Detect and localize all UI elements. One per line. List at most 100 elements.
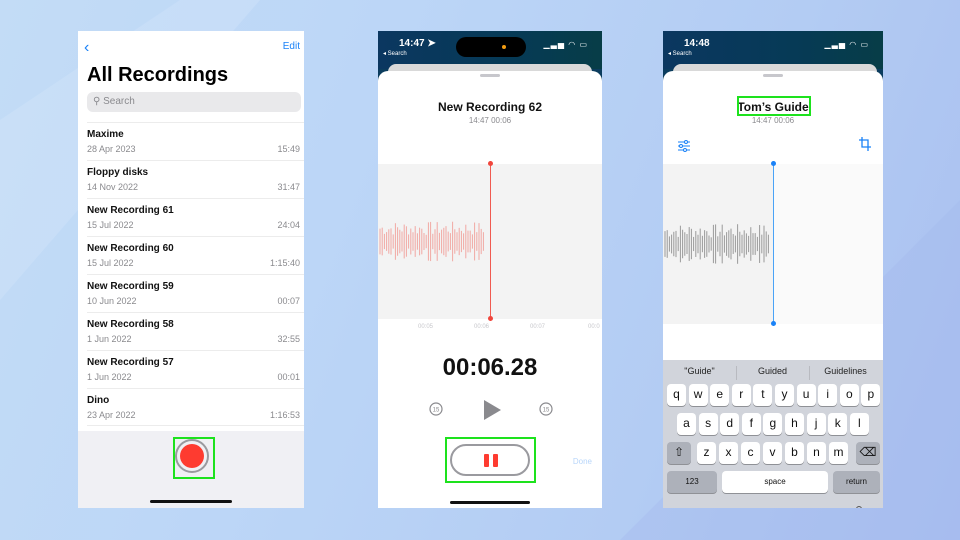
key-s[interactable]: s: [698, 413, 718, 435]
recording-duration: 31:47: [277, 182, 300, 192]
battery-icon: ▭: [579, 40, 588, 49]
key-w[interactable]: w: [688, 384, 708, 406]
key-j[interactable]: j: [806, 413, 826, 435]
list-item[interactable]: Maxime 28 Apr 2023 15:49: [87, 122, 304, 160]
recording-date: 23 Apr 2022: [87, 410, 136, 420]
list-item[interactable]: Dino 23 Apr 2022 1:16:53: [87, 388, 304, 426]
key-b[interactable]: b: [785, 442, 804, 464]
home-indicator: [450, 501, 530, 504]
numbers-key[interactable]: 123: [667, 471, 717, 493]
recording-screen: 14:47 ➤ ◂ Search ▁▃▅ ◠ ▭ New Recording 6…: [378, 31, 602, 508]
suggestion-item[interactable]: Guided: [736, 366, 809, 376]
key-t[interactable]: t: [753, 384, 773, 406]
search-placeholder: Search: [103, 96, 135, 107]
list-item[interactable]: New Recording 59 10 Jun 2022 00:07: [87, 274, 304, 312]
back-to-search-link[interactable]: ◂ Search: [668, 50, 692, 57]
recording-duration: 1:16:53: [269, 410, 300, 420]
recording-name: New Recording 57: [87, 357, 174, 368]
recording-duration: 15:49: [277, 144, 300, 154]
tick-label: 00:07: [530, 324, 546, 330]
recording-meta: 14:47 00:06: [751, 116, 795, 125]
tick-label: 00:0: [588, 324, 600, 330]
list-item[interactable]: New Recording 58 1 Jun 2022 32:55: [87, 312, 304, 350]
recording-name: New Recording 60: [87, 243, 174, 254]
search-input[interactable]: ⚲ Search: [87, 92, 301, 112]
back-to-search-link[interactable]: ◂ Search: [383, 50, 407, 57]
playhead[interactable]: [771, 161, 776, 326]
key-x[interactable]: x: [719, 442, 738, 464]
recording-date: 15 Jul 2022: [87, 258, 134, 268]
recordings-list: Maxime 28 Apr 2023 15:49 Floppy disks 14 No…: [78, 122, 304, 426]
key-u[interactable]: u: [796, 384, 816, 406]
key-l[interactable]: l: [849, 413, 869, 435]
list-item[interactable]: New Recording 60 15 Jul 2022 1:15:40: [87, 236, 304, 274]
sheet-grabber[interactable]: [480, 74, 500, 77]
recording-sheet: New Recording 62 14:47 00:06 00:05 00:06…: [378, 71, 602, 508]
playhead[interactable]: [488, 161, 493, 321]
key-k[interactable]: k: [828, 413, 848, 435]
location-arrow-icon: ➤: [427, 38, 436, 49]
recording-date: 1 Jun 2022: [87, 334, 132, 344]
play-icon: [484, 400, 501, 420]
recording-name: Maxime: [87, 129, 124, 140]
status-icons: ▁▃▅ ◠ ▭: [825, 40, 869, 49]
suggestion-item[interactable]: "Guide": [663, 366, 736, 376]
skip-back-15-button[interactable]: 15: [428, 401, 444, 422]
microphone-icon[interactable]: [853, 506, 865, 508]
play-button[interactable]: [482, 399, 502, 426]
key-h[interactable]: h: [785, 413, 804, 435]
recording-title[interactable]: New Recording 62: [378, 100, 602, 114]
record-toolbar: [78, 431, 304, 508]
key-e[interactable]: e: [710, 384, 730, 406]
recording-meta: 14:47 00:06: [468, 116, 512, 125]
list-item[interactable]: New Recording 57 1 Jun 2022 00:01: [87, 350, 304, 388]
key-g[interactable]: g: [763, 413, 783, 435]
options-sliders-icon[interactable]: [677, 140, 691, 152]
sheet-grabber[interactable]: [763, 74, 783, 77]
mic-indicator-icon: [502, 45, 506, 49]
key-c[interactable]: c: [741, 442, 760, 464]
shift-key[interactable]: ⇧: [667, 442, 691, 464]
done-button[interactable]: Done: [573, 457, 592, 466]
recording-name: New Recording 59: [87, 281, 174, 292]
key-a[interactable]: a: [677, 413, 696, 435]
key-r[interactable]: r: [731, 384, 751, 406]
key-v[interactable]: v: [763, 442, 782, 464]
recording-name: New Recording 61: [87, 205, 174, 216]
back-chevron-icon[interactable]: ‹: [84, 39, 89, 57]
emoji-icon[interactable]: ☺: [680, 506, 694, 508]
space-key[interactable]: space: [722, 471, 828, 493]
key-q[interactable]: q: [667, 384, 686, 406]
svg-text:15: 15: [433, 408, 440, 414]
dynamic-island: [456, 37, 526, 57]
list-item[interactable]: New Recording 61 15 Jul 2022 24:04: [87, 198, 304, 236]
suggestion-item[interactable]: Guidelines: [809, 366, 882, 376]
tick-label: 00:06: [474, 324, 490, 330]
all-recordings-screen: ‹ Edit All Recordings ⚲ Search Maxime 28 …: [78, 31, 304, 508]
recording-name: Floppy disks: [87, 167, 149, 178]
edit-button[interactable]: Edit: [283, 41, 300, 52]
delete-key[interactable]: ⌫: [856, 442, 880, 464]
key-o[interactable]: o: [839, 384, 859, 406]
key-d[interactable]: d: [720, 413, 740, 435]
recording-date: 10 Jun 2022: [87, 296, 137, 306]
waveform-area: [663, 161, 883, 326]
keyboard: "Guide" Guided Guidelines ⇧ ⌫ 123 space …: [663, 360, 883, 508]
return-key[interactable]: return: [833, 471, 880, 493]
key-n[interactable]: n: [807, 442, 826, 464]
key-f[interactable]: f: [741, 413, 761, 435]
recording-date: 15 Jul 2022: [87, 220, 134, 230]
key-m[interactable]: m: [829, 442, 848, 464]
key-i[interactable]: i: [818, 384, 838, 406]
key-z[interactable]: z: [697, 442, 716, 464]
tick-label: 00:05: [418, 324, 434, 330]
recording-date: 1 Jun 2022: [87, 372, 132, 382]
list-item[interactable]: Floppy disks 14 Nov 2022 31:47: [87, 160, 304, 198]
key-y[interactable]: y: [775, 384, 794, 406]
status-icons: ▁▃▅ ◠ ▭: [544, 40, 588, 49]
recording-name: Dino: [87, 395, 110, 406]
trim-crop-icon[interactable]: [859, 137, 871, 151]
key-p[interactable]: p: [861, 384, 881, 406]
page-title: All Recordings: [87, 64, 229, 86]
skip-forward-15-button[interactable]: 15: [538, 401, 554, 422]
